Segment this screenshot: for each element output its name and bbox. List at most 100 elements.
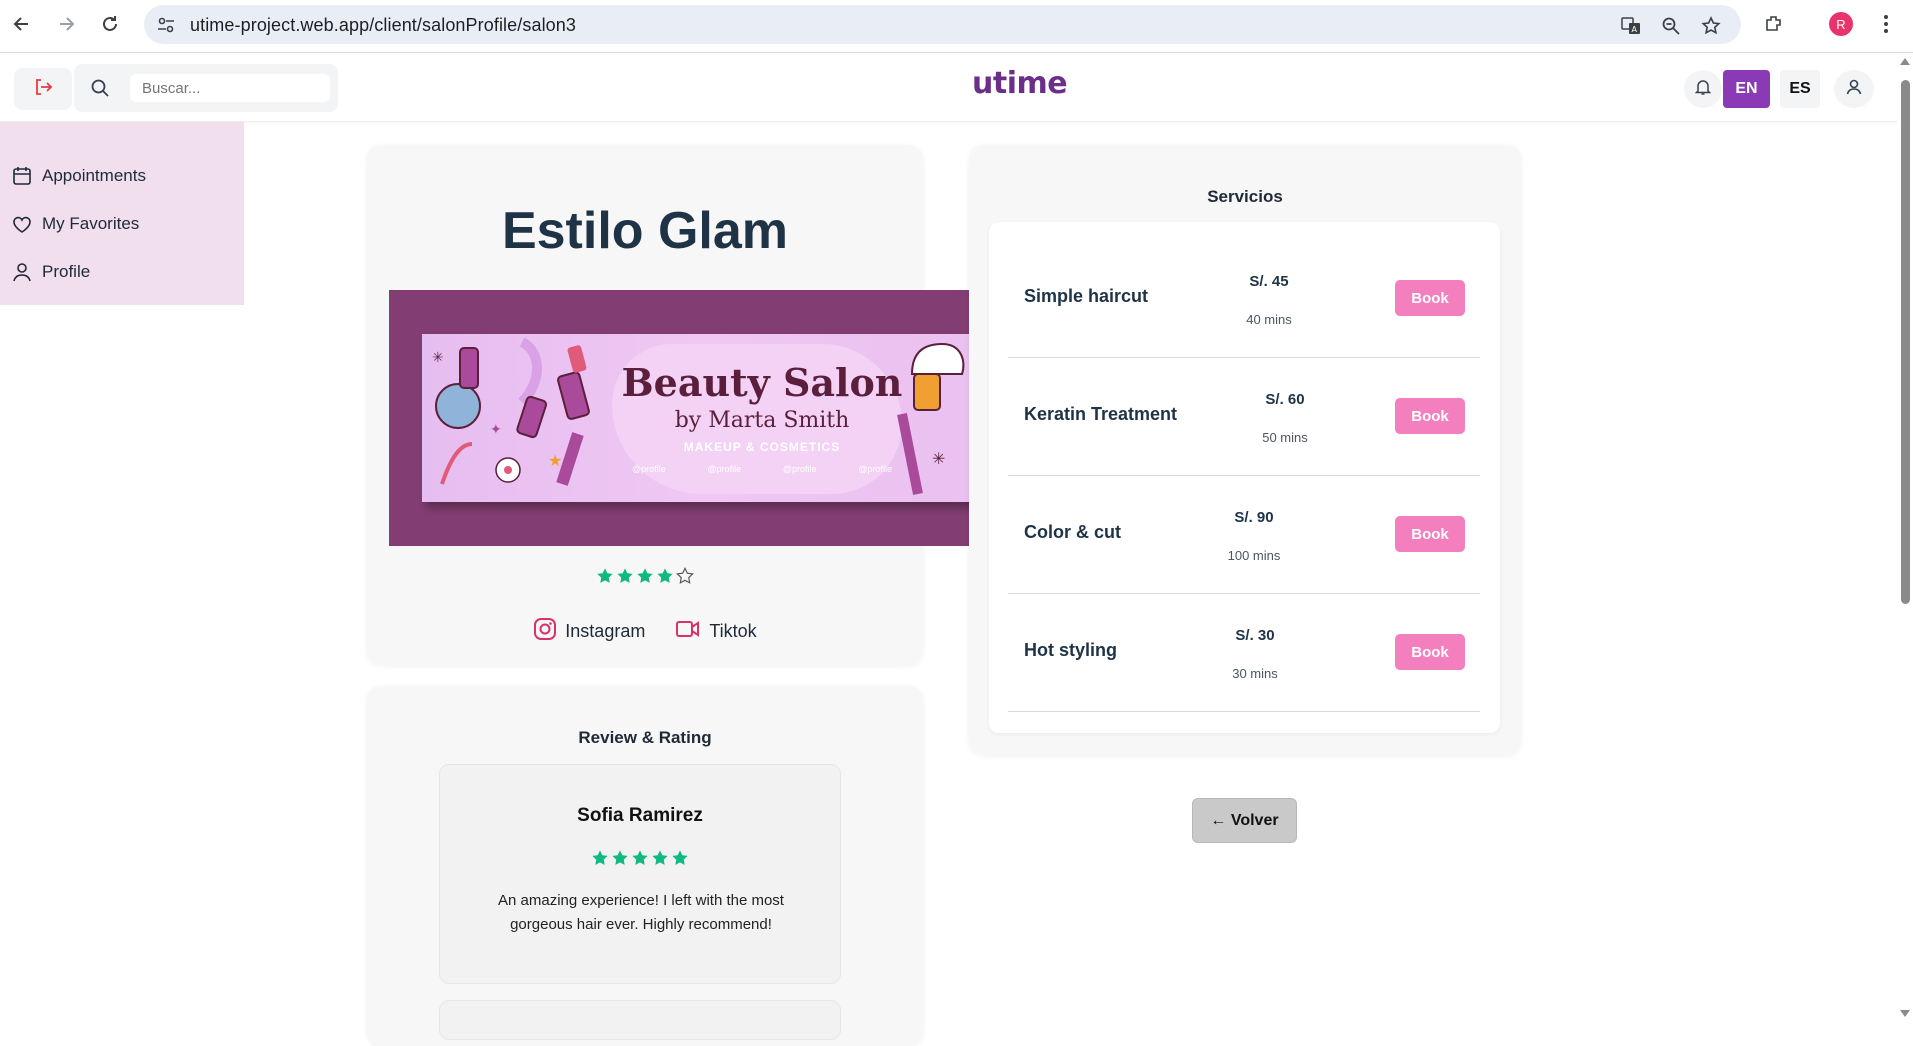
page-scrollbar[interactable]	[1897, 54, 1913, 1024]
social-links: Instagram Tiktok	[367, 617, 923, 646]
banner-tagline: MAKEUP & COSMETICS	[683, 440, 841, 454]
notifications-button[interactable]	[1684, 70, 1722, 108]
salon-banner-image: ★ ✳ ✦ ✳ Beauty Salon by Marta Smith MAKE…	[389, 290, 969, 546]
service-duration: 40 mins	[1246, 312, 1292, 327]
star-filled-icon	[637, 568, 653, 583]
back-button[interactable]: ← Volver	[1192, 798, 1297, 843]
sidebar-item-label: My Favorites	[42, 214, 140, 233]
browser-toolbar: utime-project.web.app/client/salonProfil…	[0, 0, 1913, 53]
user-menu-button[interactable]	[1834, 70, 1874, 108]
service-name: Hot styling	[1024, 640, 1117, 660]
search-box	[74, 64, 338, 112]
reviews-card: Review & Rating Sofia Ramirez An amazing…	[367, 686, 923, 1046]
service-row: Simple haircut S/. 45 40 mins Book	[1008, 240, 1480, 358]
star-filled-icon	[672, 850, 688, 865]
video-icon	[675, 618, 701, 645]
url-text[interactable]: utime-project.web.app/client/salonProfil…	[190, 15, 576, 36]
user-icon	[1844, 77, 1864, 102]
logo-text: utime	[972, 66, 1068, 101]
book-button[interactable]: Book	[1395, 280, 1465, 316]
profile-avatar[interactable]: R	[1827, 10, 1855, 38]
translate-icon[interactable]: A	[1620, 15, 1642, 37]
app-logo[interactable]: utime	[972, 66, 1068, 101]
review-text: An amazing experience! I left with the m…	[498, 892, 784, 933]
salon-name: Estilo Glam	[501, 202, 789, 260]
service-row: Color & cut S/. 90 100 mins Book	[1008, 476, 1480, 594]
service-name: Simple haircut	[1024, 286, 1149, 306]
back-icon[interactable]	[8, 10, 36, 38]
tiktok-link[interactable]: Tiktok	[675, 617, 757, 646]
services-title: Servicios	[1207, 187, 1283, 206]
service-price: S/. 30	[1235, 627, 1275, 644]
lang-en-button[interactable]: EN	[1723, 70, 1770, 108]
banner-artwork: ★ ✳ ✦ ✳ Beauty Salon by Marta Smith MAKE…	[422, 334, 969, 502]
svg-text:✦: ✦	[490, 421, 502, 437]
service-duration: 30 mins	[1232, 666, 1278, 681]
service-price: S/. 90	[1234, 509, 1274, 526]
sidebar-item-label: Appointments	[42, 166, 146, 185]
book-button[interactable]: Book	[1395, 634, 1465, 670]
svg-text:✳: ✳	[932, 451, 945, 468]
banner-handles: @profile @profile @profile @profile	[632, 464, 892, 474]
review-rating-stars	[440, 849, 840, 867]
zoom-icon[interactable]	[1660, 15, 1682, 37]
search-icon[interactable]	[90, 78, 110, 103]
instagram-label: Instagram	[565, 621, 646, 641]
review-item	[439, 1000, 841, 1040]
star-filled-icon	[592, 850, 608, 865]
star-filled-icon	[632, 850, 648, 865]
salon-profile-card: Estilo Glam ★ ✳ ✦ ✳ Beauty Salon by Mart…	[367, 145, 969, 665]
service-row: Keratin Treatment S/. 60 50 mins Book	[1008, 358, 1480, 476]
svg-text:✳: ✳	[432, 349, 444, 365]
reviews-title: Review & Rating	[578, 728, 712, 747]
cosmetics-illustration: ★ ✳ ✦	[432, 337, 590, 486]
logout-button[interactable]	[14, 68, 72, 110]
user-icon	[10, 260, 34, 284]
service-row: Hot styling S/. 30 30 mins Book	[1008, 594, 1480, 712]
svg-text:A: A	[1632, 25, 1638, 34]
logout-icon	[32, 76, 54, 103]
site-settings-icon[interactable]	[156, 15, 176, 40]
bell-icon	[1694, 78, 1712, 101]
sidebar-item-favorites[interactable]: My Favorites	[0, 200, 244, 248]
profile-initial: R	[1829, 12, 1853, 36]
sidebar-item-profile[interactable]: Profile	[0, 248, 244, 296]
service-price: S/. 60	[1265, 391, 1305, 408]
star-filled-icon	[597, 568, 613, 583]
banner-handle: @profile	[782, 464, 817, 474]
service-duration: 100 mins	[1227, 548, 1281, 563]
instagram-link[interactable]: Instagram	[533, 617, 645, 646]
lang-es-button[interactable]: ES	[1780, 70, 1820, 108]
sidebar-item-label: Profile	[42, 262, 91, 281]
services-list: Simple haircut S/. 45 40 mins Book Kerat…	[989, 222, 1500, 733]
scroll-down-arrow[interactable]	[1900, 1010, 1910, 1017]
bookmark-star-icon[interactable]	[1700, 15, 1722, 37]
star-filled-icon	[657, 568, 673, 583]
app-header: utime EN ES	[0, 54, 1897, 122]
banner-handle: @profile	[632, 464, 666, 474]
menu-dots-icon[interactable]	[1872, 10, 1900, 38]
heart-icon	[10, 212, 34, 236]
review-item: Sofia Ramirez An amazing experience! I l…	[439, 764, 841, 984]
book-button[interactable]: Book	[1395, 398, 1465, 434]
banner-handle: @profile	[858, 464, 892, 474]
book-button[interactable]: Book	[1395, 516, 1465, 552]
scroll-up-arrow[interactable]	[1900, 58, 1910, 65]
services-card: Servicios Simple haircut S/. 45 40 mins …	[969, 145, 1521, 755]
svg-text:★: ★	[548, 453, 562, 470]
extensions-icon[interactable]	[1760, 10, 1788, 38]
banner-handle: @profile	[707, 464, 742, 474]
reviewer-name: Sofia Ramirez	[577, 805, 703, 826]
address-bar[interactable]: utime-project.web.app/client/salonProfil…	[144, 5, 1741, 44]
search-input[interactable]	[130, 74, 330, 102]
reload-icon[interactable]	[96, 10, 124, 38]
service-name: Color & cut	[1024, 522, 1121, 542]
banner-title: Beauty Salon	[621, 360, 903, 405]
sidebar-item-appointments[interactable]: Appointments	[0, 152, 244, 200]
scroll-thumb[interactable]	[1901, 80, 1910, 604]
star-filled-icon	[612, 850, 628, 865]
star-filled-icon	[652, 850, 668, 865]
forward-icon[interactable]	[52, 10, 80, 38]
service-price: S/. 45	[1249, 273, 1289, 290]
sidebar: Appointments My Favorites Profile	[0, 122, 244, 305]
